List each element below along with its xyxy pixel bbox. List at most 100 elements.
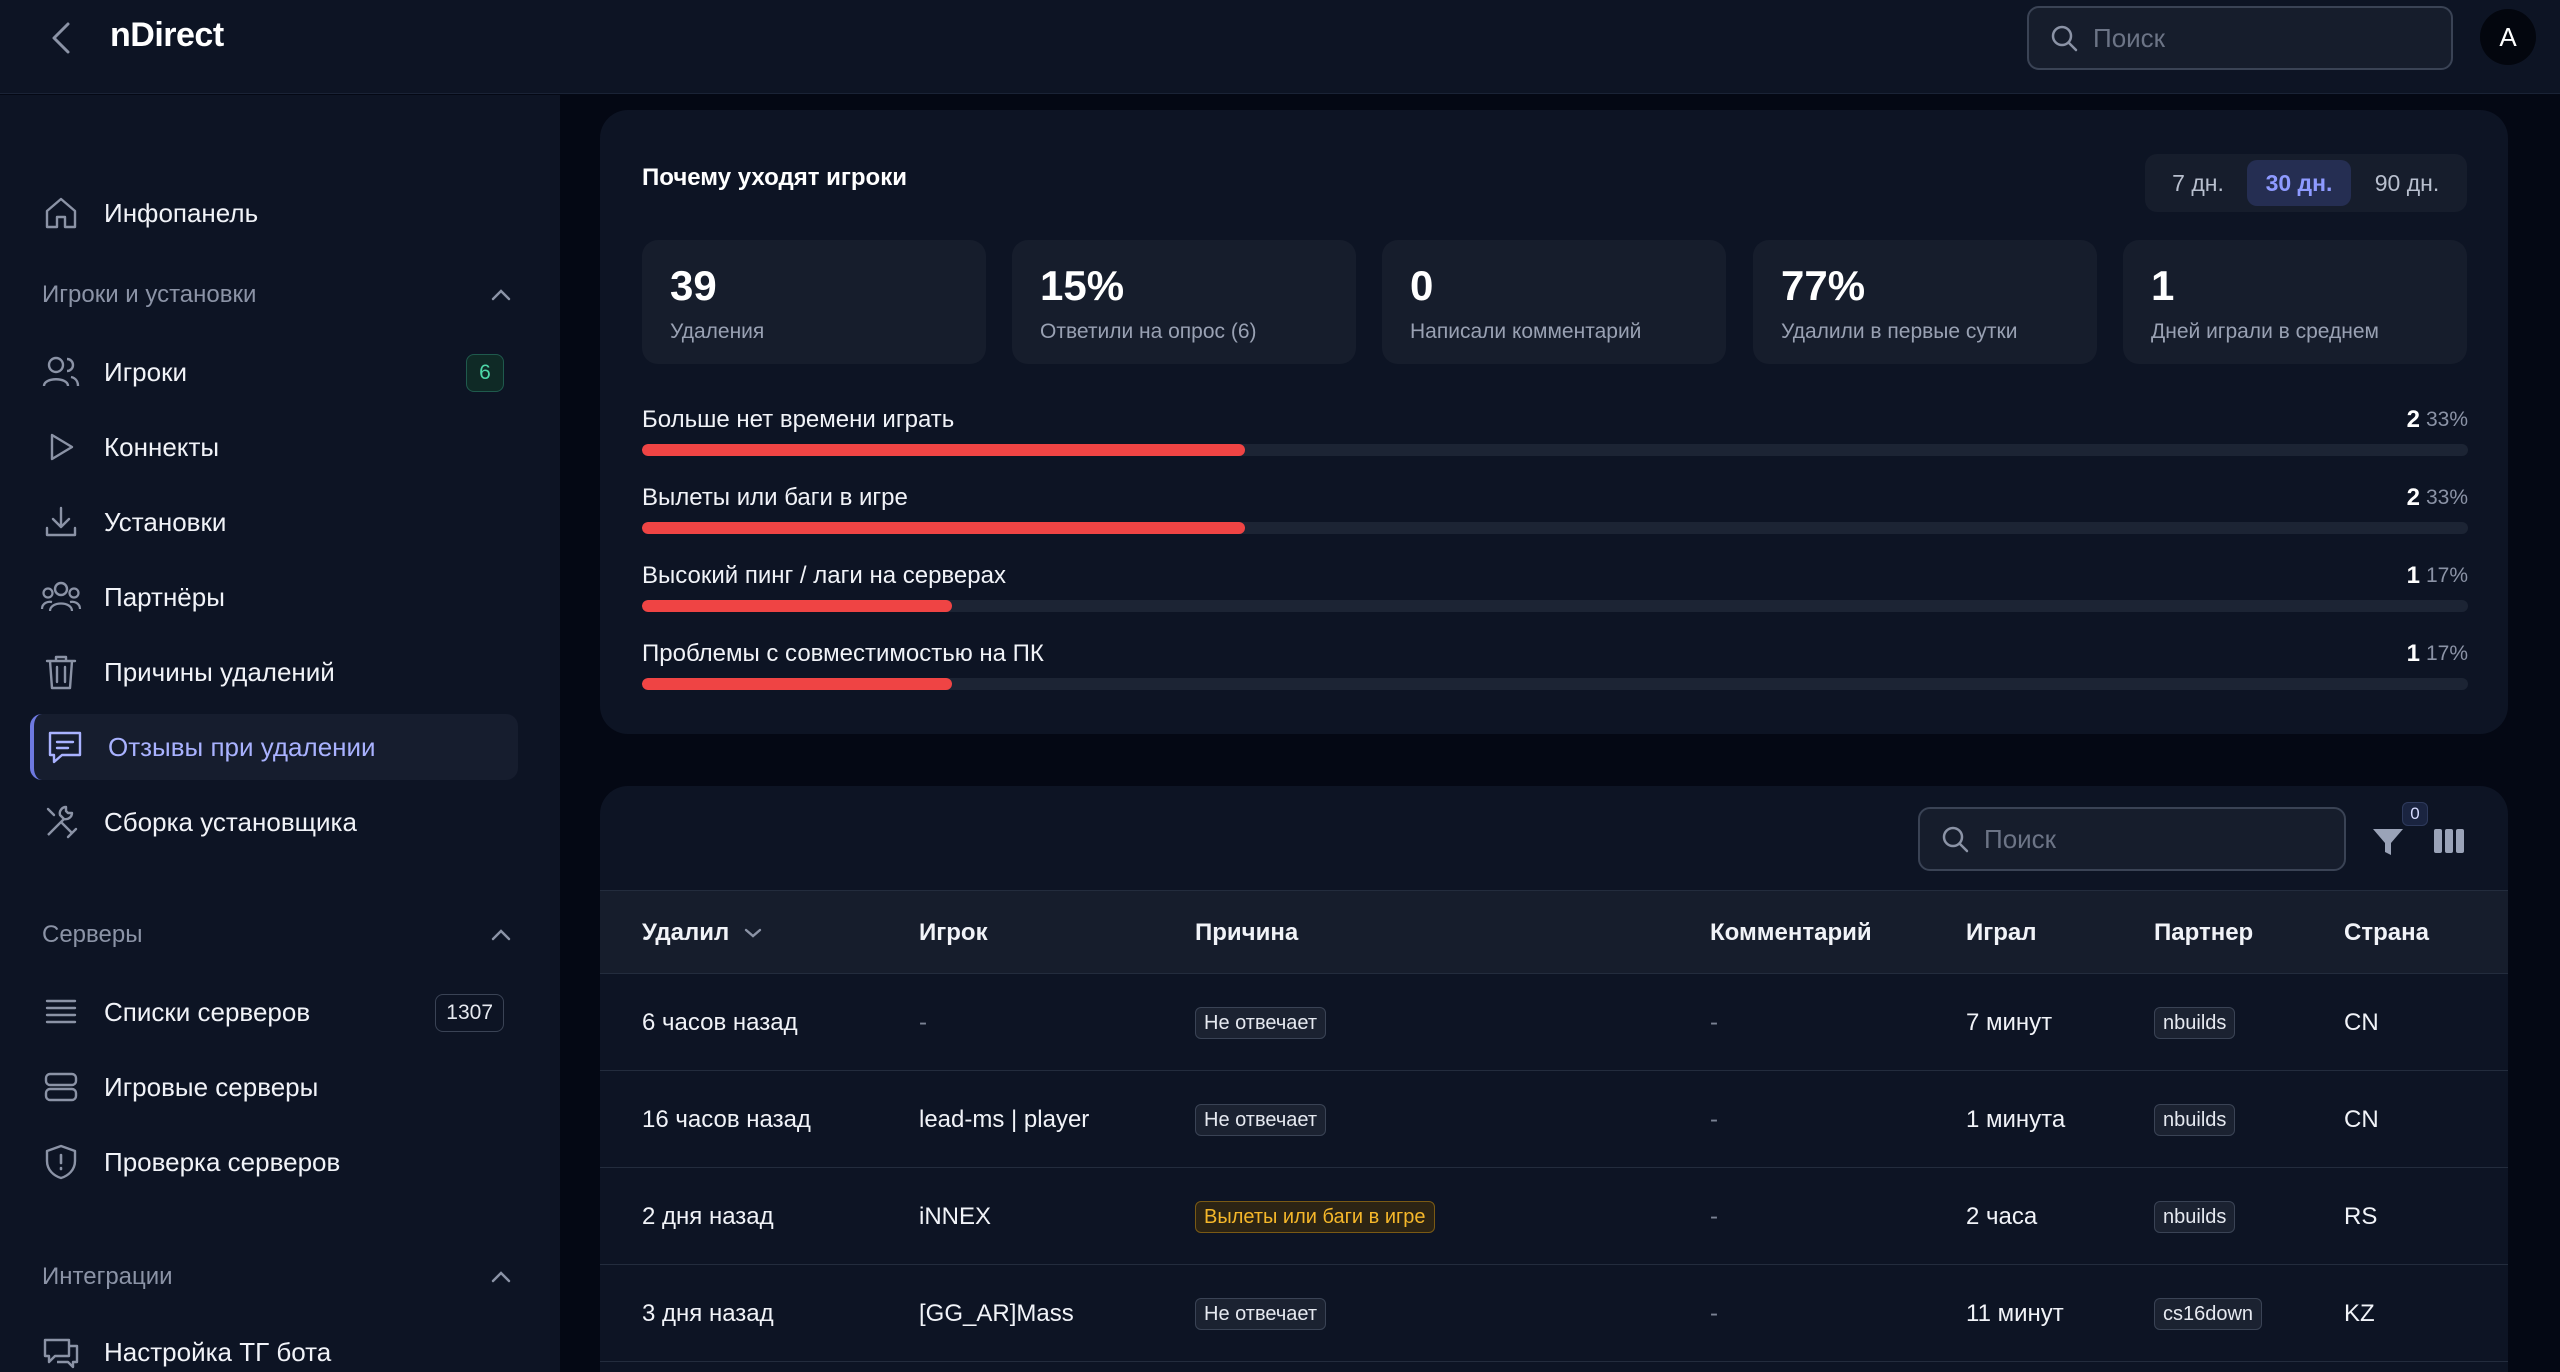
shield-icon <box>30 1143 92 1181</box>
partner-tag[interactable]: nbuilds <box>2154 1007 2236 1039</box>
stat-card-first-day: 77% Удалили в первые сутки <box>1753 240 2097 364</box>
count-badge: 6 <box>466 354 504 392</box>
period-30d-tab[interactable]: 30 дн. <box>2247 160 2351 206</box>
sidebar: Инфопанель Игроки и установки Игроки 6 К… <box>0 95 560 1372</box>
chevron-up-icon <box>491 289 511 301</box>
reason-progress-track <box>642 444 2468 456</box>
column-header-partner[interactable]: Партнер <box>2154 891 2253 975</box>
section-integrations[interactable]: Интеграции <box>42 1257 512 1297</box>
cell-player: iNNEX <box>919 1203 992 1230</box>
reason-percent: 33% <box>2425 486 2468 509</box>
sidebar-item-label: Списки серверов <box>104 996 311 1027</box>
reason-count: 1 <box>2406 640 2420 667</box>
cell-country: RS <box>2344 1203 2378 1230</box>
cell-comment: - <box>1710 1106 1718 1133</box>
stat-value: 15% <box>1040 262 1125 309</box>
stat-label: Дней играли в среднем <box>2151 320 2379 343</box>
cell-played: 11 минут <box>1966 1300 2064 1327</box>
cell-deleted: 6 часов назад <box>642 1009 798 1036</box>
server-icon <box>30 1070 92 1104</box>
sidebar-item-label: Настройка ТГ бота <box>104 1336 332 1367</box>
reason-tag: Не отвечает <box>1195 1007 1326 1039</box>
cell-country: CN <box>2344 1106 2379 1133</box>
avatar[interactable]: A <box>2480 9 2536 65</box>
churn-reasons-panel: Почему уходят игроки 7 дн. 30 дн. 90 дн.… <box>600 110 2508 734</box>
cell-country: KZ <box>2344 1300 2375 1327</box>
chevron-up-icon <box>491 929 511 941</box>
column-header-country[interactable]: Страна <box>2344 891 2429 975</box>
reason-label: Вылеты или баги в игре <box>642 484 908 511</box>
sidebar-item-installer-build[interactable]: Сборка установщика <box>30 789 518 855</box>
sidebar-item-delete-reasons[interactable]: Причины удалений <box>30 639 518 705</box>
column-header-reason[interactable]: Причина <box>1195 891 1298 975</box>
table-row[interactable]: 3 дня назад [GG_AR]Mass Не отвечает - 11… <box>600 1266 2508 1362</box>
stat-value: 1 <box>2151 262 2175 309</box>
partner-tag[interactable]: nbuilds <box>2154 1201 2236 1233</box>
column-header-player[interactable]: Игрок <box>919 891 988 975</box>
sidebar-item-label: Причины удалений <box>104 656 335 687</box>
cell-player: lead-ms | player <box>919 1106 1090 1133</box>
partner-tag[interactable]: cs16down <box>2154 1298 2263 1330</box>
table-row[interactable]: 16 часов назад lead-ms | player Не отвеч… <box>600 1072 2508 1168</box>
sidebar-item-label: Отзывы при удалении <box>108 731 376 762</box>
partner-tag[interactable]: nbuilds <box>2154 1104 2236 1136</box>
back-button[interactable] <box>44 18 78 58</box>
section-players-installs[interactable]: Игроки и установки <box>42 275 512 315</box>
section-servers[interactable]: Серверы <box>42 915 512 955</box>
reason-count: 1 <box>2406 562 2420 589</box>
users-icon <box>30 353 92 391</box>
section-title: Интеграции <box>42 1263 173 1290</box>
reason-percent: 17% <box>2425 642 2468 665</box>
message-icon <box>34 729 96 765</box>
reason-percent: 17% <box>2425 564 2468 587</box>
table-search-input[interactable] <box>1984 823 2304 855</box>
column-header-comment[interactable]: Комментарий <box>1710 891 1872 975</box>
sidebar-item-installs[interactable]: Установки <box>30 489 518 555</box>
sidebar-item-players[interactable]: Игроки 6 <box>30 339 518 405</box>
chevron-left-icon <box>52 22 70 54</box>
table-row[interactable]: 2 дня назад iNNEX Вылеты или баги в игре… <box>600 1169 2508 1265</box>
stat-value: 39 <box>670 262 717 309</box>
feedback-table-panel: 0 Удалил Игрок Причина Комментарий Играл… <box>600 786 2508 1372</box>
reason-count: 2 <box>2406 484 2420 511</box>
sidebar-item-server-lists[interactable]: Списки серверов 1307 <box>30 979 518 1045</box>
filter-icon[interactable] <box>2370 824 2406 860</box>
global-search-input[interactable] <box>2093 22 2413 54</box>
sidebar-item-tg-bot[interactable]: Настройка ТГ бота <box>30 1319 518 1372</box>
reason-label: Высокий пинг / лаги на серверах <box>642 562 1006 589</box>
reason-progress-fill <box>642 600 953 612</box>
sidebar-item-server-check[interactable]: Проверка серверов <box>30 1129 518 1195</box>
cell-country: CN <box>2344 1009 2379 1036</box>
sidebar-item-label: Игровые серверы <box>104 1071 319 1102</box>
chat-icon <box>30 1334 92 1370</box>
columns-icon[interactable] <box>2432 824 2466 858</box>
sidebar-item-partners[interactable]: Партнёры <box>30 564 518 630</box>
top-bar: nDirect A <box>0 0 2560 94</box>
global-search[interactable] <box>2027 6 2453 70</box>
search-icon <box>1942 826 1969 853</box>
panel-title: Почему уходят игроки <box>642 164 907 191</box>
sidebar-item-connects[interactable]: Коннекты <box>30 414 518 480</box>
sidebar-item-label: Игроки <box>104 356 187 387</box>
table-row[interactable]: 6 часов назад - Не отвечает - 7 минут nb… <box>600 975 2508 1071</box>
sidebar-item-delete-feedback[interactable]: Отзывы при удалении <box>30 714 518 780</box>
reason-tag: Вылеты или баги в игре <box>1195 1201 1435 1233</box>
home-icon <box>30 194 92 232</box>
search-icon <box>2051 25 2078 52</box>
cell-player: [GG_AR]Mass <box>919 1300 1074 1327</box>
column-header-deleted[interactable]: Удалил <box>642 891 763 975</box>
stat-value: 0 <box>1410 262 1434 309</box>
column-header-played[interactable]: Играл <box>1966 891 2037 975</box>
stat-label: Написали комментарий <box>1410 320 1642 343</box>
sidebar-item-label: Проверка серверов <box>104 1146 341 1177</box>
table-search[interactable] <box>1918 807 2346 871</box>
stat-label: Ответили на опрос (6) <box>1040 320 1257 343</box>
app-title: nDirect <box>110 16 224 54</box>
sidebar-item-dashboard[interactable]: Инфопанель <box>30 180 518 246</box>
period-90d-tab[interactable]: 90 дн. <box>2351 160 2463 206</box>
period-7d-tab[interactable]: 7 дн. <box>2149 160 2247 206</box>
reason-label: Больше нет времени играть <box>642 406 955 433</box>
cell-played: 1 минута <box>1966 1106 2066 1133</box>
trash-icon <box>30 653 92 691</box>
sidebar-item-game-servers[interactable]: Игровые серверы <box>30 1054 518 1120</box>
